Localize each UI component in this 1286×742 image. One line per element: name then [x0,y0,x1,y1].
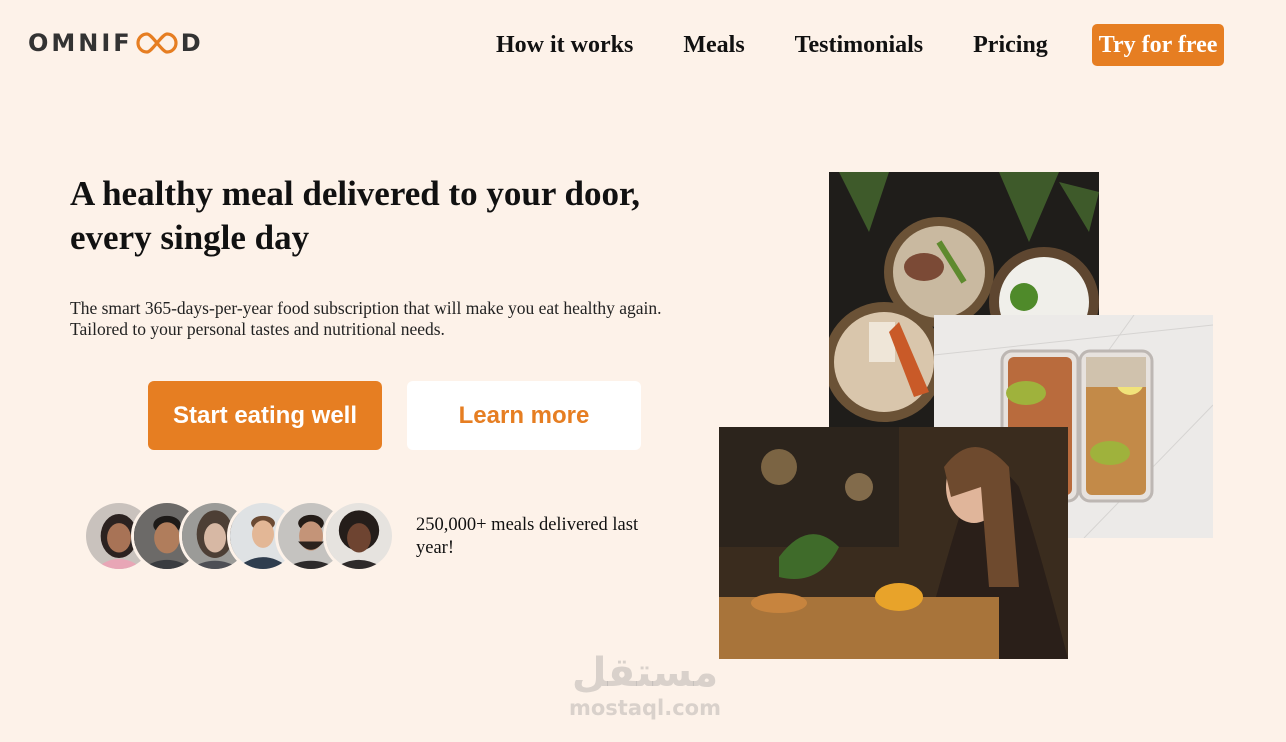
hero-description: The smart 365-days-per-year food subscri… [70,298,730,340]
watermark-latin: mostaql.com [569,696,721,720]
customer-avatars [83,500,413,572]
hero-title-line-2: every single day [70,218,310,257]
meals-delivered-text: 250,000+ meals delivered last year! [416,515,639,558]
nav-meals[interactable]: Meals [683,25,744,65]
main-nav: How it works Meals Testimonials Pricing … [496,24,1225,66]
woman-eating-photo [719,427,1068,659]
omnifood-logo[interactable]: OMNIF D [28,29,204,57]
nav-how-it-works[interactable]: How it works [496,25,633,65]
hero-description-line-1: The smart 365-days-per-year food subscri… [70,298,662,318]
hero-description-line-2: Tailored to your personal tastes and nut… [70,319,445,339]
watermark-arabic: مستقل [571,650,719,696]
customer-avatar [323,500,395,572]
nav-pricing[interactable]: Pricing [973,25,1048,65]
start-eating-well-button[interactable]: Start eating well [148,381,382,450]
logo-text-end: D [180,29,204,57]
try-for-free-button[interactable]: Try for free [1091,24,1225,66]
nav-testimonials[interactable]: Testimonials [795,25,923,65]
logo-text-start: OMNIF [28,29,133,57]
hero-title: A healthy meal delivered to your door, e… [70,172,710,260]
hero-title-line-1: A healthy meal delivered to your door, [70,174,641,213]
infinity-icon [135,30,179,56]
mostaql-watermark: مستقل mostaql.com [560,650,730,720]
learn-more-button[interactable]: Learn more [407,381,641,450]
